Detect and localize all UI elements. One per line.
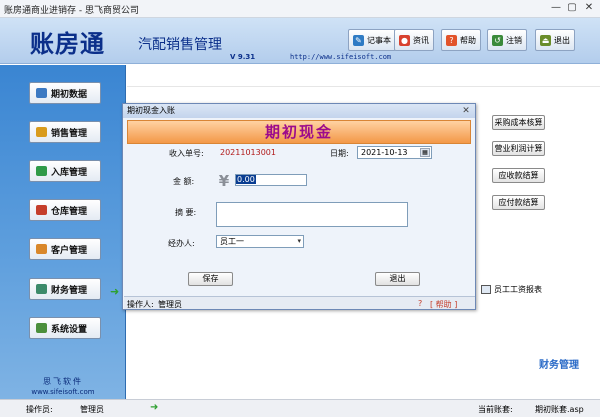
payables-button[interactable]: 应付款结算 [492, 195, 545, 210]
sidebar-url: www.sifeisoft.com [31, 388, 95, 396]
finance-icon [36, 284, 47, 294]
maximize-button[interactable]: ▢ [564, 1, 580, 15]
sidebar-item-warehouse[interactable]: 仓库管理 [29, 199, 101, 221]
receipt-number-label: 收入单号: [169, 149, 204, 158]
handler-label: 经办人: [168, 239, 195, 248]
sidebar-item-label: 财务管理 [51, 285, 88, 296]
date-label: 日期: [330, 149, 349, 158]
status-bar: 操作员: 管理员 ➜ 当前账套: 期初账套.asp [0, 399, 600, 417]
exit-button[interactable]: ⏏ 退出 [535, 29, 575, 51]
window-titlebar: 账房通商业进销存 - 思飞商贸公司 — ▢ ✕ [0, 0, 600, 18]
customer-icon [36, 244, 47, 254]
help-label: 帮助 [460, 35, 476, 45]
sidebar-item-opening-data[interactable]: 期初数据 [29, 82, 101, 104]
sidebar: 期初数据 销售管理 入库管理 仓库管理 客户管理 财务管理 系统设置 ➜ 思飞软… [0, 65, 126, 399]
operator-value: 管理员 [80, 405, 104, 414]
news-icon: ● [399, 34, 410, 46]
date-value: 2021-10-13 [361, 148, 408, 157]
dialog-title-text: 期初现金入账 [127, 106, 175, 115]
dialog-operator-label: 操作人: [127, 300, 154, 309]
operator-label: 操作员: [26, 405, 53, 414]
payroll-report-button[interactable]: 员工工资报表 [481, 282, 543, 297]
exit-label: 退出 [554, 35, 570, 45]
save-button[interactable]: 保存 [188, 272, 233, 286]
dialog-help-link[interactable]: [ 帮助 ] [430, 299, 457, 310]
dialog-help-icon: ? [418, 299, 423, 308]
chevron-down-icon: ▾ [297, 237, 301, 245]
sidebar-item-label: 仓库管理 [51, 206, 88, 217]
sidebar-item-label: 系统设置 [51, 324, 88, 335]
app-header: 账房通 汽配销售管理 V 9.31 http://www.sifeisoft.c… [0, 18, 600, 64]
sidebar-item-settings[interactable]: 系统设置 [29, 317, 101, 339]
sidebar-item-customers[interactable]: 客户管理 [29, 238, 101, 260]
dialog-title: 期初现金入账 ✕ [123, 104, 475, 118]
report-icon [481, 285, 491, 294]
memo-label: 摘 要: [175, 208, 197, 217]
app-subtitle: 汽配销售管理 [138, 37, 222, 53]
work-area-top-strip [127, 65, 600, 87]
logout-button[interactable]: ↺ 注销 [487, 29, 527, 51]
currency-icon: ¥ [218, 172, 230, 190]
stock-in-icon [36, 166, 47, 176]
sidebar-item-label: 客户管理 [51, 245, 88, 256]
date-picker[interactable]: 2021-10-13 ▦ [357, 146, 432, 159]
amount-input[interactable]: 0.00 [235, 174, 307, 186]
help-icon: ? [446, 34, 457, 46]
amount-value: 0.00 [236, 175, 256, 184]
app-logo: 账房通 [30, 29, 105, 58]
notepad-icon: ✎ [353, 34, 364, 46]
sidebar-item-stock-in[interactable]: 入库管理 [29, 160, 101, 182]
calendar-icon[interactable]: ▦ [420, 148, 430, 157]
logout-icon: ↺ [492, 34, 503, 46]
dialog-status-bar: 操作人: 管理员 ? [ 帮助 ] [124, 296, 475, 309]
news-button[interactable]: ● 资讯 [394, 29, 434, 51]
amount-label: 金 额: [173, 177, 195, 186]
operating-profit-button[interactable]: 营业利润计算 [492, 141, 545, 156]
exit-icon: ⏏ [540, 34, 551, 46]
account-value: 期初账套.asp [535, 405, 584, 414]
sidebar-brand: 思飞软件 [43, 377, 83, 386]
close-window-button[interactable]: ✕ [581, 1, 597, 15]
module-label: 财务管理 [539, 360, 579, 371]
sidebar-item-label: 期初数据 [51, 89, 88, 100]
account-label: 当前账套: [478, 405, 513, 414]
status-arrow-icon: ➜ [150, 402, 159, 413]
sidebar-item-sales[interactable]: 销售管理 [29, 121, 101, 143]
receivables-button[interactable]: 应收款结算 [492, 168, 545, 183]
sales-icon [36, 127, 47, 137]
purchase-cost-button[interactable]: 采购成本核算 [492, 115, 545, 130]
sidebar-item-label: 入库管理 [51, 167, 88, 178]
dialog-operator-value: 管理员 [158, 300, 182, 309]
minimize-button[interactable]: — [548, 1, 564, 15]
dialog-banner: 期初现金 [127, 120, 471, 144]
notepad-button[interactable]: ✎ 记事本 [348, 29, 396, 51]
dialog-exit-button[interactable]: 退出 [375, 272, 420, 286]
version-label: V 9.31 [230, 53, 256, 61]
memo-input[interactable] [216, 202, 408, 227]
payroll-report-label: 员工工资报表 [494, 285, 542, 294]
window-title: 账房通商业进销存 - 思飞商贸公司 [4, 6, 139, 16]
receipt-number-value: 20211013001 [220, 148, 276, 157]
warehouse-icon [36, 205, 47, 215]
active-item-arrow-icon: ➜ [110, 285, 120, 298]
book-icon [36, 88, 47, 98]
sidebar-item-finance[interactable]: 财务管理 [29, 278, 101, 300]
sidebar-item-label: 销售管理 [51, 128, 88, 139]
help-button[interactable]: ? 帮助 [441, 29, 481, 51]
dialog-close-button[interactable]: ✕ [460, 106, 472, 116]
handler-select[interactable]: 员工一 ▾ [216, 235, 304, 248]
news-label: 资讯 [413, 35, 429, 45]
handler-value: 员工一 [220, 237, 244, 246]
settings-icon [36, 323, 47, 333]
notepad-label: 记事本 [367, 35, 391, 45]
logout-label: 注销 [506, 35, 522, 45]
website-label: http://www.sifeisoft.com [290, 53, 392, 61]
